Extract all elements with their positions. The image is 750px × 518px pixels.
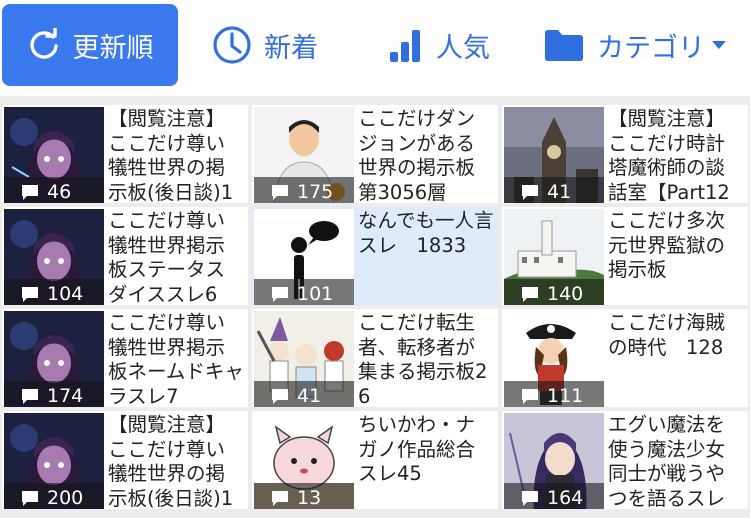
reply-count: 41 — [297, 385, 322, 407]
tab-category[interactable]: カテゴリ — [536, 4, 734, 86]
thread-title: ここだけ海賊の時代 128 — [608, 311, 726, 359]
thread-card[interactable]: 140 ここだけ多次元世界監獄の掲示板 — [502, 207, 748, 305]
tab-label: 人気 — [436, 32, 490, 64]
reply-count: 111 — [547, 385, 584, 407]
thread-title: ここだけ転生者、転移者が集まる掲示板26 — [358, 311, 488, 407]
thread-thumbnail: 104 — [4, 209, 104, 305]
comment-icon — [522, 185, 538, 200]
reply-count-badge: 164 — [504, 483, 604, 509]
reply-count-badge: 101 — [254, 279, 354, 305]
thread-title: なんでも一人言スレ 1833 — [358, 209, 494, 257]
thread-title: ここだけ多次元世界監獄の掲示板 — [608, 209, 726, 281]
reply-count-badge: 140 — [504, 279, 604, 305]
comment-icon — [272, 287, 288, 302]
reply-count-badge: 111 — [504, 381, 604, 407]
thread-card[interactable]: 101 なんでも一人言スレ 1833 — [252, 207, 498, 305]
thread-card[interactable]: 41 【閲覧注意】ここだけ時計塔魔術師の談話室【Part12 — [502, 105, 748, 203]
thread-card[interactable]: 164 エグい魔法を使う魔法少女同士が戦うやつを語るスレ — [502, 411, 748, 509]
comment-icon — [22, 491, 38, 506]
comment-icon — [22, 185, 38, 200]
reply-count-badge: 41 — [504, 177, 604, 203]
thread-thumbnail: 164 — [504, 413, 604, 509]
comment-icon — [272, 491, 288, 506]
tab-label: 更新順 — [72, 32, 154, 64]
tab-new[interactable]: 新着 — [200, 4, 330, 86]
reply-count-badge: 175 — [254, 177, 354, 203]
thread-title: ここだけ尊い犠牲世界掲示板ネームドキャラスレ7 — [108, 311, 244, 407]
comment-icon — [22, 287, 38, 302]
sort-tab-bar: 更新順 新着 人気 カテゴリ — [0, 0, 750, 96]
thread-thumbnail: 46 — [4, 107, 104, 203]
clock-icon — [212, 25, 252, 65]
reply-count: 175 — [297, 181, 334, 203]
thread-title: ここだけダンジョンがある世界の掲示板 第3056層 — [358, 107, 494, 203]
thread-card[interactable]: 46 【閲覧注意】ここだけ尊い犠牲世界の掲示板(後日談)1 — [2, 105, 248, 203]
comment-icon — [272, 185, 288, 200]
thread-thumbnail: 41 — [254, 311, 354, 407]
refresh-icon — [27, 28, 61, 62]
comment-icon — [22, 389, 38, 404]
thread-title: 【閲覧注意】ここだけ尊い犠牲世界の掲示板(後日談)1 — [108, 107, 234, 203]
thread-thumbnail: 174 — [4, 311, 104, 407]
thread-card[interactable]: 104 ここだけ尊い犠牲世界掲示板ステータスダイススレ6 — [2, 207, 248, 305]
thread-title: ちいかわ・ナガノ作品総合スレ45 — [358, 413, 476, 485]
thread-title: ここだけ尊い犠牲世界掲示板ステータスダイススレ6 — [108, 209, 226, 305]
thread-thumbnail: 175 — [254, 107, 354, 203]
reply-count: 13 — [297, 487, 322, 509]
reply-count-badge: 174 — [4, 381, 104, 407]
thread-card[interactable]: 200 【閲覧注意】ここだけ尊い犠牲世界の掲示板(後日談)1 — [2, 411, 248, 509]
reply-count-badge: 104 — [4, 279, 104, 305]
tab-label: カテゴリ — [597, 32, 705, 64]
reply-count: 140 — [547, 283, 584, 305]
reply-count: 174 — [47, 385, 84, 407]
bar-chart-icon — [386, 26, 424, 64]
reply-count: 104 — [47, 283, 84, 305]
comment-icon — [522, 491, 538, 506]
comment-icon — [522, 389, 538, 404]
reply-count: 200 — [47, 487, 84, 509]
thread-thumbnail: 101 — [254, 209, 354, 305]
folder-icon — [543, 27, 585, 63]
thread-card[interactable]: 174 ここだけ尊い犠牲世界掲示板ネームドキャラスレ7 — [2, 309, 248, 407]
reply-count: 41 — [547, 181, 572, 203]
thread-thumbnail: 200 — [4, 413, 104, 509]
reply-count: 101 — [297, 283, 334, 305]
thread-title: 【閲覧注意】ここだけ尊い犠牲世界の掲示板(後日談)1 — [108, 413, 234, 509]
thread-card[interactable]: 41 ここだけ転生者、転移者が集まる掲示板26 — [252, 309, 498, 407]
comment-icon — [522, 287, 538, 302]
tab-label: 新着 — [264, 32, 318, 64]
reply-count-badge: 46 — [4, 177, 104, 203]
tab-popular[interactable]: 人気 — [378, 4, 498, 86]
reply-count-badge: 200 — [4, 483, 104, 509]
comment-icon — [272, 389, 288, 404]
thread-title: 【閲覧注意】ここだけ時計塔魔術師の談話室【Part12 — [608, 107, 730, 203]
thread-thumbnail: 13 — [254, 413, 354, 509]
thread-grid: 46 【閲覧注意】ここだけ尊い犠牲世界の掲示板(後日談)1 175 ここだけダン… — [0, 103, 750, 518]
thread-card[interactable]: 175 ここだけダンジョンがある世界の掲示板 第3056層 — [252, 105, 498, 203]
thread-thumbnail: 41 — [504, 107, 604, 203]
thread-card[interactable]: 13 ちいかわ・ナガノ作品総合スレ45 — [252, 411, 498, 509]
reply-count-badge: 41 — [254, 381, 354, 407]
reply-count-badge: 13 — [254, 483, 354, 509]
tab-update-order[interactable]: 更新順 — [2, 4, 178, 86]
reply-count: 46 — [47, 181, 72, 203]
caret-down-icon — [711, 40, 727, 50]
thread-thumbnail: 140 — [504, 209, 604, 305]
thread-thumbnail: 111 — [504, 311, 604, 407]
thread-card[interactable]: 111 ここだけ海賊の時代 128 — [502, 309, 748, 407]
reply-count: 164 — [547, 487, 584, 509]
thread-title: エグい魔法を使う魔法少女同士が戦うやつを語るスレ — [608, 413, 726, 509]
